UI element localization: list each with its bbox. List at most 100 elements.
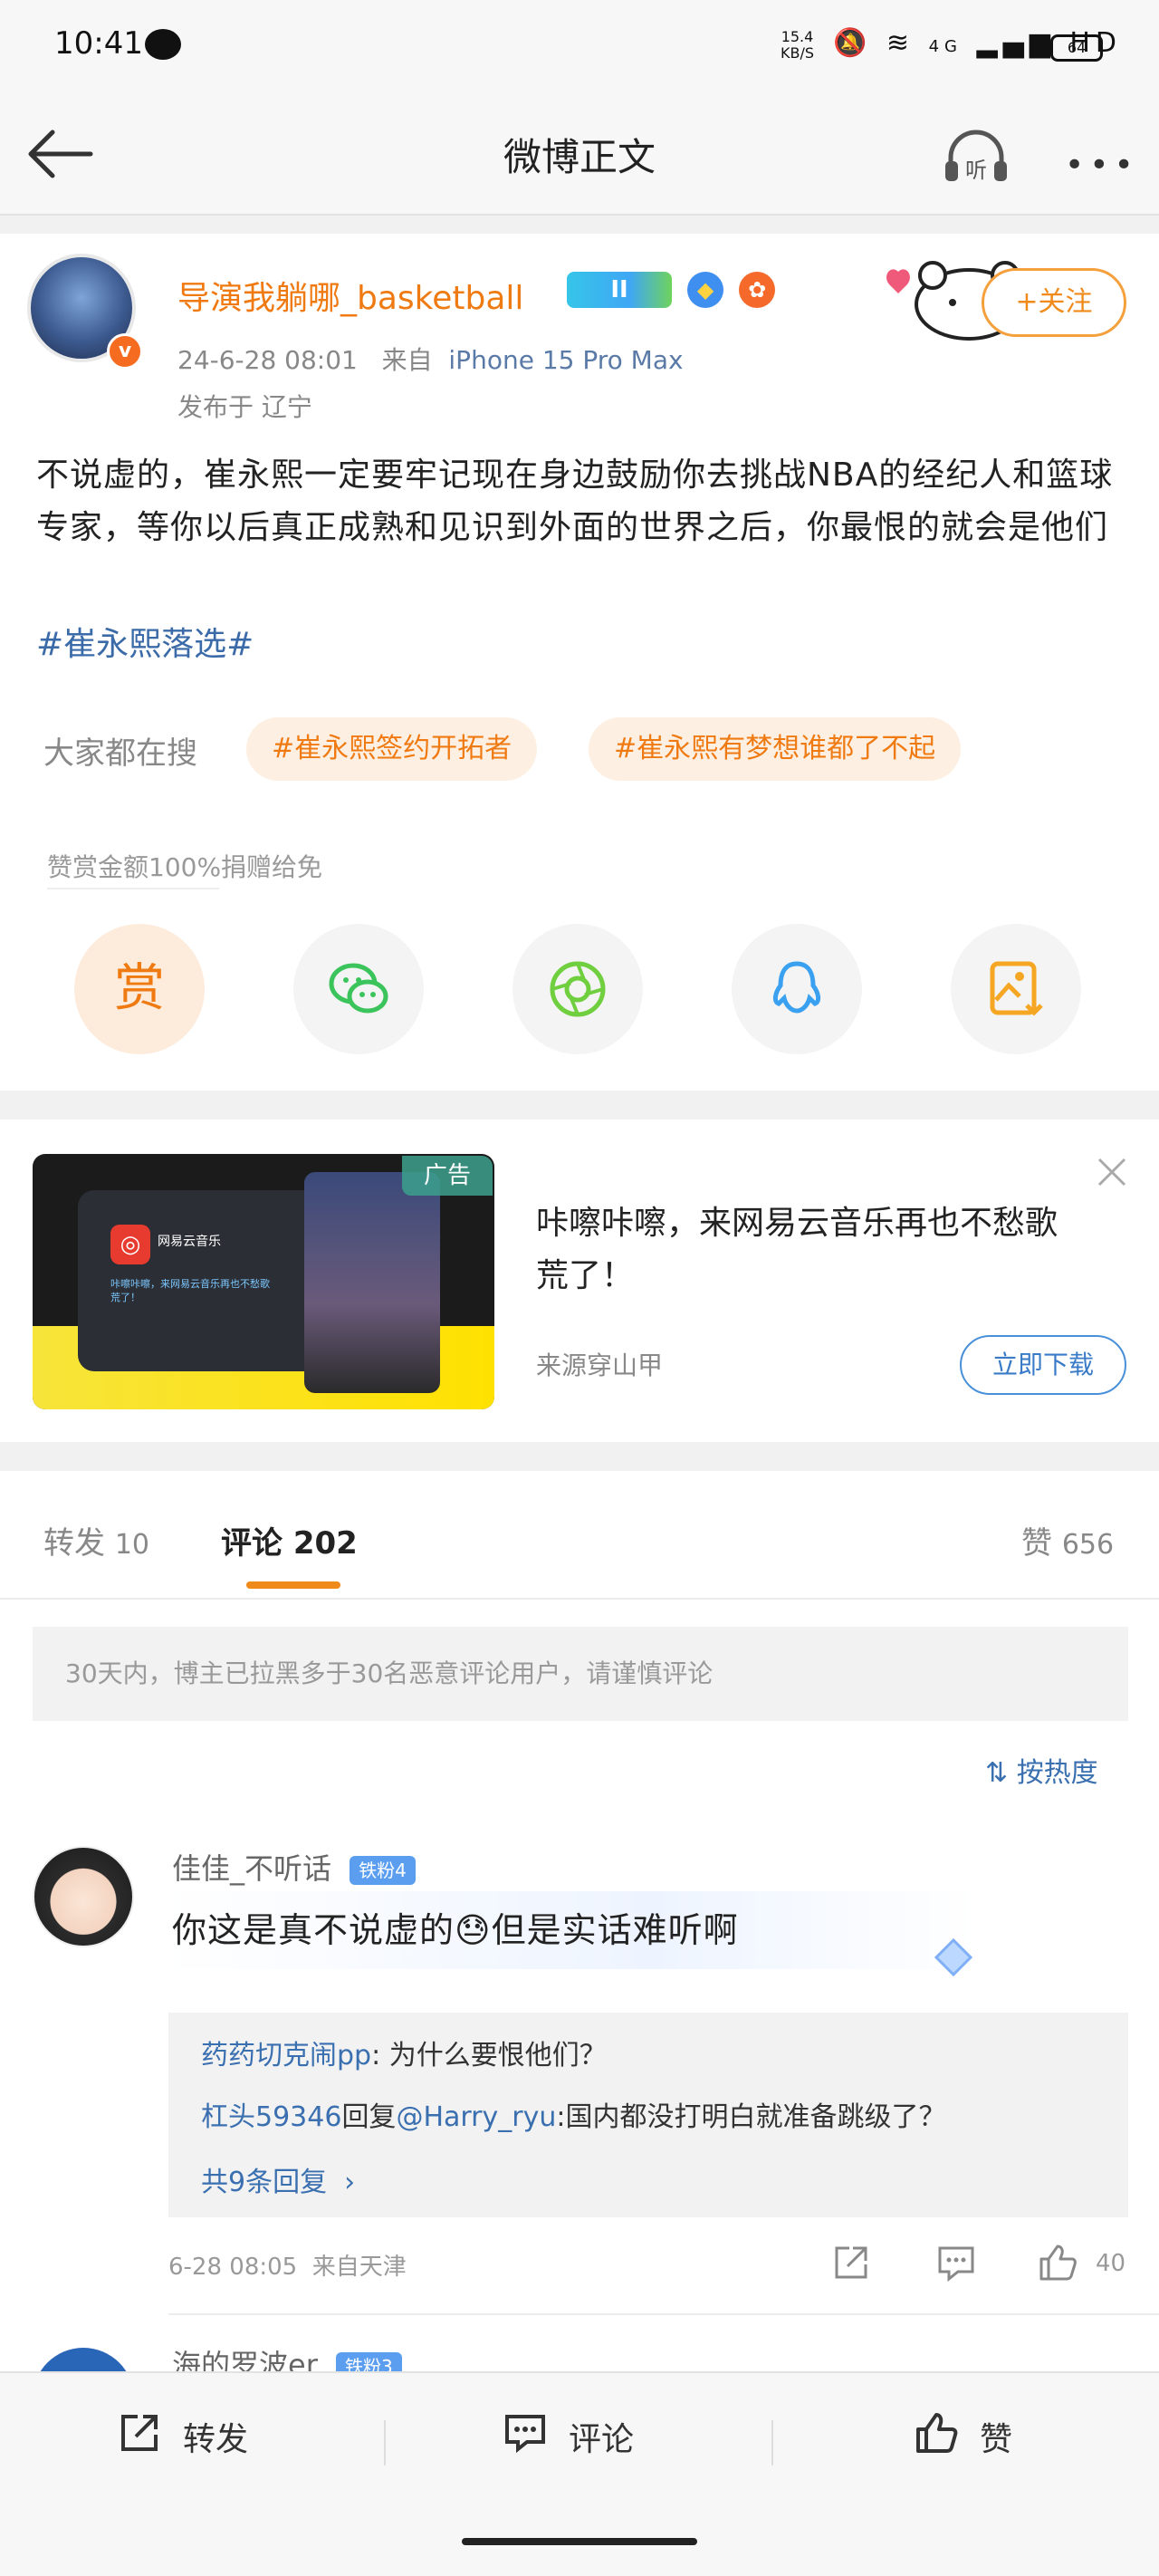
reward-tip: 赞赏金额100%捐赠给免 (47, 852, 323, 882)
wechat-notification-icon (145, 29, 181, 60)
moments-icon (550, 961, 606, 1017)
fan-badge[interactable]: 铁粉4 (350, 1856, 416, 1885)
share-qq-button[interactable] (732, 924, 862, 1054)
post-timestamp: 24-6-28 08:01 (177, 345, 358, 375)
sort-button[interactable]: ⇅ 按热度 (985, 1750, 1098, 1790)
ad-app-name: 网易云音乐 (158, 1235, 221, 1249)
share-icon[interactable] (831, 2243, 871, 2283)
ad-app-tagline: 咔嚓咔嚓，来网易云音乐再也不愁歌荒了！ (110, 1278, 270, 1303)
repost-icon (121, 2415, 158, 2451)
battery-icon: 64 (1050, 34, 1103, 62)
like-icon (916, 2413, 958, 2453)
post-meta: 24-6-28 08:01 来自 iPhone 15 Pro Max (177, 341, 684, 377)
tab-comment[interactable]: 评论 202 (221, 1518, 358, 1562)
like-label: 赞 (980, 2421, 1013, 2458)
bottom-action-bar: 转发 评论 赞 (0, 2371, 1159, 2507)
post-location: 发布于 辽宁 (177, 392, 312, 422)
reply-user[interactable]: 杠头59346 (201, 2101, 341, 2133)
comment-text[interactable]: 你这是真不说虚的😓但是实话难听啊 (172, 1902, 739, 1952)
share-wechat-button[interactable] (293, 924, 424, 1054)
like-icon[interactable] (1038, 2243, 1078, 2283)
network-type: 4G (928, 37, 963, 56)
tab-like[interactable]: 赞 656 (1021, 1518, 1114, 1562)
mute-icon: 🔕 (833, 27, 873, 59)
active-tab-indicator (246, 1581, 340, 1589)
author-badges: II ◆ ✿ (567, 272, 776, 308)
close-icon[interactable] (1094, 1154, 1130, 1190)
tab-comment-label: 评论 (221, 1525, 283, 1562)
netease-music-logo-icon: ◎ (110, 1225, 150, 1264)
comment-icon[interactable] (936, 2243, 976, 2283)
trending-chip[interactable]: #崔永熙有梦想谁都了不起 (589, 717, 962, 781)
repost-label: 转发 (183, 2421, 249, 2458)
tab-like-label: 赞 (1021, 1525, 1052, 1562)
image-download-icon (990, 961, 1043, 1016)
gem-badge-icon[interactable]: ◆ (687, 272, 724, 308)
reply-text: 为什么要恨他们？ (388, 2040, 607, 2071)
commenter-avatar[interactable] (33, 1846, 134, 1947)
post-card: v 导演我躺哪_basketball II ◆ ✿ 24-6-28 08:01 … (0, 234, 1159, 1091)
ad-card[interactable]: ◎ 网易云音乐 咔嚓咔嚓，来网易云音乐再也不愁歌荒了！ 广告 咔嚓咔嚓，来网易云… (0, 1120, 1159, 1442)
repost-button[interactable]: 转发 (118, 2373, 290, 2509)
comment-button[interactable]: 评论 (503, 2373, 675, 2509)
reply-line[interactable]: 药药切克闹pp: 为什么要恨他们？ (201, 2033, 607, 2072)
verified-badge-icon: v (107, 333, 143, 370)
download-button[interactable]: 立即下载 (960, 1335, 1126, 1395)
reward-button[interactable]: 赏 (74, 924, 205, 1054)
tab-repost[interactable]: 转发 10 (43, 1518, 149, 1562)
post-content: 不说虚的，崔永熙一定要牢记现在身边鼓励你去挑战NBA的经纪人和篮球专家，等你以后… (36, 457, 1114, 546)
comments-section: 转发 10 评论 202 赞 656 30天内，博主已拉黑多于30名恶意评论用户… (0, 1471, 1159, 2402)
listen-button[interactable]: 听 (942, 127, 1011, 185)
more-replies-link[interactable]: 共9条回复 › (201, 2159, 355, 2199)
headphones-icon: 听 (945, 130, 1007, 183)
status-bar: 10:41 15.4 KB/S 🔕 ≋ 4G ▂▄▆ HD 64 (0, 0, 1159, 100)
gesture-area (0, 2507, 1159, 2576)
save-image-button[interactable] (951, 924, 1081, 1054)
reply-separator: : (371, 2040, 389, 2071)
comment-meta: 6-28 08:05 来自天津 (168, 2248, 407, 2282)
trending-chip[interactable]: #崔永熙签约开拓者 (246, 717, 538, 781)
reply-line[interactable]: 杠头59346回复@Harry_ryu:国内都没打明白就准备跳级了？ (201, 2094, 946, 2134)
reward-label: 赏 (114, 959, 165, 1018)
level-badge[interactable]: II (567, 272, 672, 308)
sort-icon: ⇅ (985, 1757, 1009, 1789)
diamond-icon (934, 1937, 973, 1977)
comment-icon (505, 2415, 545, 2454)
chevron-right-icon: › (335, 2167, 356, 2198)
post-hashtag[interactable]: #崔永熙落选# (36, 618, 254, 665)
author-name[interactable]: 导演我躺哪_basketball (177, 272, 523, 319)
net-speed-unit: KB/S (781, 44, 815, 62)
reply-mention[interactable]: @Harry_ryu (396, 2101, 556, 2133)
wechat-icon (329, 963, 388, 1014)
follow-button[interactable]: +关注 (982, 268, 1126, 337)
trending-label: 大家都在搜 (43, 735, 197, 772)
more-options-button[interactable]: ••• (1065, 147, 1139, 184)
fish-badge-icon[interactable]: ✿ (739, 272, 776, 308)
comment-user: 佳佳_不听话 铁粉4 (172, 1846, 416, 1888)
more-replies-label: 共9条回复 (201, 2167, 328, 2198)
bottom-separator (384, 2420, 386, 2465)
like-button[interactable]: 赞 (915, 2373, 1050, 2509)
bottom-separator (771, 2420, 773, 2465)
reply-verb: 回复 (341, 2101, 397, 2133)
nav-bar: 微博正文 听 ••• (0, 100, 1159, 216)
reply-user[interactable]: 药药切克闹pp (201, 2040, 371, 2071)
ad-source: 来源穿山甲 (536, 1350, 664, 1380)
comment-username[interactable]: 佳佳_不听话 (172, 1851, 331, 1886)
tab-like-count: 656 (1061, 1529, 1115, 1561)
status-time: 10:41 (54, 25, 143, 62)
reply-separator: : (556, 2101, 566, 2133)
tabs-divider (0, 1598, 1159, 1600)
reward-tip-pointer (47, 888, 219, 889)
ad-title[interactable]: 咔嚓咔嚓，来网易云音乐再也不愁歌荒了！ (536, 1197, 1088, 1302)
share-moments-button[interactable] (512, 924, 643, 1054)
comment-time: 6-28 08:05 (168, 2254, 298, 2281)
reply-box[interactable]: 药药切克闹pp: 为什么要恨他们？ 杠头59346回复@Harry_ryu:国内… (168, 2013, 1128, 2217)
comment-like-count: 40 (1096, 2250, 1126, 2277)
author-avatar[interactable]: v (27, 254, 145, 371)
tab-repost-count: 10 (114, 1529, 149, 1561)
reply-text: 国内都没打明白就准备跳级了？ (565, 2101, 946, 2133)
post-device[interactable]: iPhone 15 Pro Max (448, 345, 683, 375)
home-indicator[interactable] (462, 2538, 697, 2545)
listen-label: 听 (965, 158, 987, 183)
